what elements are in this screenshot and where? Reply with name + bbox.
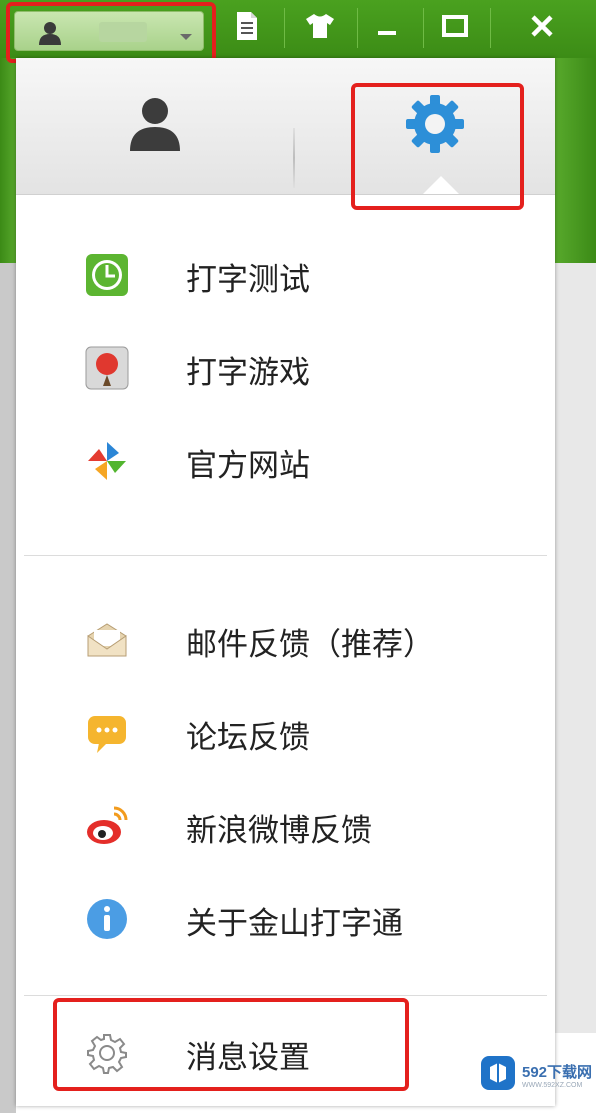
menu-item-label: 打字测试 [186, 262, 310, 298]
minimize-button[interactable] [362, 8, 412, 48]
watermark-logo-icon [480, 1055, 516, 1095]
maximize-icon [442, 15, 468, 41]
menu-item-weibo-feedback[interactable]: 新浪微博反馈 [16, 791, 555, 861]
tshirt-skin-icon [304, 12, 336, 44]
maximize-button[interactable] [430, 8, 480, 48]
highlight-box-message-settings [53, 998, 409, 1091]
settings-dropdown-menu: 打字测试 打字游戏 官方网站 邮件反馈（推荐） 论坛反馈 新浪微博反馈 关于金山… [16, 58, 555, 1106]
document-button[interactable] [222, 8, 272, 48]
menu-item-typing-game[interactable]: 打字游戏 [16, 333, 555, 403]
mail-icon [85, 618, 129, 662]
highlight-box-account [6, 2, 216, 63]
app-background-left [0, 58, 16, 263]
minimize-icon [376, 15, 398, 41]
tab-account[interactable] [16, 58, 293, 194]
menu-item-typing-test[interactable]: 打字测试 [16, 240, 555, 310]
user-icon [128, 96, 182, 156]
menu-item-about[interactable]: 关于金山打字通 [16, 884, 555, 954]
menu-item-official-website[interactable]: 官方网站 [16, 426, 555, 496]
document-icon [235, 11, 259, 45]
menu-divider [24, 555, 547, 556]
menu-item-label: 邮件反馈（推荐） [186, 627, 434, 663]
clock-icon [85, 253, 129, 297]
close-button[interactable] [517, 8, 567, 48]
pinwheel-icon [85, 439, 129, 483]
skin-button[interactable] [295, 8, 345, 48]
watermark: 592下载网 WWW.592XZ.COM [480, 1055, 592, 1095]
balloon-game-icon [85, 346, 129, 390]
menu-item-label: 官方网站 [186, 448, 310, 484]
app-background-left-lower [0, 263, 16, 1113]
app-background-right-lower [555, 263, 596, 1033]
weibo-icon [85, 804, 129, 848]
menu-item-label: 论坛反馈 [186, 720, 310, 756]
chat-bubble-icon [85, 711, 129, 755]
app-background-right [555, 58, 596, 263]
menu-item-label: 关于金山打字通 [186, 906, 403, 942]
close-icon [530, 14, 554, 42]
menu-divider [24, 995, 547, 996]
menu-item-forum-feedback[interactable]: 论坛反馈 [16, 698, 555, 768]
menu-item-label: 打字游戏 [186, 355, 310, 391]
highlight-box-settings-tab [351, 83, 524, 210]
menu-item-email-feedback[interactable]: 邮件反馈（推荐） [16, 605, 555, 675]
info-icon [85, 897, 129, 941]
watermark-subtext: WWW.592XZ.COM [522, 1082, 583, 1089]
watermark-text: 592下载网 [522, 1064, 593, 1081]
menu-item-label: 新浪微博反馈 [186, 813, 372, 849]
